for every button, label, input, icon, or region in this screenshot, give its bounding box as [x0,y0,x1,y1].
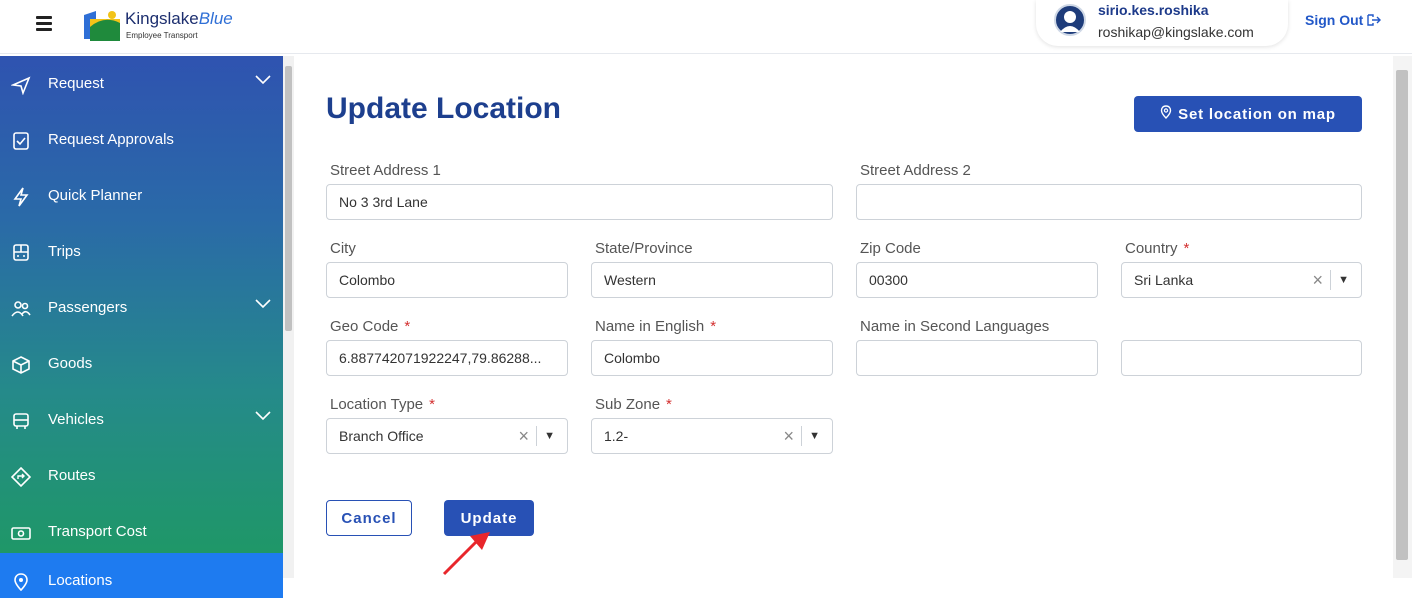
page-title: Update Location [326,92,562,125]
sidebar-item-label: Request Approvals [48,131,174,148]
clear-icon[interactable]: × [783,419,794,453]
sidebar-item-label: Routes [48,467,96,484]
send-icon [10,74,32,96]
sidebar-scrollbar-thumb[interactable] [285,66,292,331]
required-marker: * [429,396,435,413]
name-in-english-input[interactable]: Colombo [591,340,833,376]
dropdown-arrow-icon[interactable]: ▼ [809,419,820,453]
sidebar-item-vehicles[interactable]: Vehicles [0,392,283,448]
select-separator [536,426,537,446]
sign-out-button[interactable]: Sign Out [1305,12,1382,28]
sidebar-item-label: Transport Cost [48,523,147,540]
chevron-down-icon[interactable] [254,296,272,310]
sub-zone-select[interactable]: 1.2- × ▼ [591,418,833,454]
required-marker: * [666,396,672,413]
box-icon [10,354,32,376]
location-pin-icon [10,571,32,593]
cancel-button[interactable]: Cancel [326,500,412,536]
top-header: KingslakeBlue Employee Transport sirio.k… [0,0,1412,54]
country-label: Country * [1125,240,1190,257]
required-marker: * [710,318,717,335]
location-type-value: Branch Office [339,428,424,444]
sub-zone-label: Sub Zone * [595,396,672,413]
user-profile[interactable]: sirio.kes.roshika roshikap@kingslake.com [1036,0,1288,46]
sidebar-item-label: Goods [48,355,93,372]
required-marker: * [404,318,411,335]
name-in-english-label: Name in English * [595,318,717,335]
state-province-label: State/Province [595,240,693,257]
sign-out-label: Sign Out [1305,12,1364,28]
avatar [1054,4,1086,36]
sidebar-item-request-approvals[interactable]: Request Approvals [0,112,283,168]
app-logo[interactable]: KingslakeBlue Employee Transport [82,5,252,45]
sidebar-item-locations[interactable]: Locations [0,553,283,598]
menu-icon[interactable] [36,16,52,31]
country-select[interactable]: Sri Lanka × ▼ [1121,262,1362,298]
sidebar-item-label: Quick Planner [48,187,143,204]
state-province-input[interactable]: Western [591,262,833,298]
sidebar: Request Request Approvals Quick Planner … [0,56,283,598]
sidebar-item-label: Locations [48,572,113,589]
zip-code-label: Zip Code [860,240,921,257]
chevron-down-icon[interactable] [254,72,272,86]
location-pin-icon [1160,105,1172,123]
main-scrollbar-thumb[interactable] [1396,70,1408,560]
required-marker: * [1183,240,1190,257]
set-location-on-map-button[interactable]: Set location on map [1134,96,1362,132]
sub-zone-value: 1.2- [604,428,629,444]
clear-icon[interactable]: × [518,419,529,453]
sidebar-item-passengers[interactable]: Passengers [0,280,283,336]
user-email: roshikap@kingslake.com [1098,24,1254,40]
geo-code-input[interactable]: 6.887742071922247,79.86288... [326,340,568,376]
sidebar-item-label: Passengers [48,299,128,316]
location-type-label: Location Type * [330,396,435,413]
sidebar-item-quick-planner[interactable]: Quick Planner [0,168,283,224]
street-address-1-label: Street Address 1 [330,162,441,179]
sidebar-item-label: Vehicles [48,411,104,428]
vehicle-icon [10,410,32,432]
zip-code-input[interactable]: 00300 [856,262,1098,298]
select-separator [801,426,802,446]
city-input[interactable]: Colombo [326,262,568,298]
annotation-arrow-icon [442,532,490,576]
country-value: Sri Lanka [1134,272,1194,288]
select-separator [1330,270,1331,290]
street-address-2-input[interactable] [856,184,1362,220]
sidebar-item-trips[interactable]: Trips [0,224,283,280]
geo-code-label: Geo Code * [330,318,411,335]
sidebar-item-label: Trips [48,243,81,260]
street-address-1-input[interactable]: No 3 3rd Lane [326,184,833,220]
logo-subtitle: Employee Transport [126,31,198,40]
logo-mark-icon [84,11,120,41]
sidebar-item-request[interactable]: Request [0,56,283,112]
dropdown-arrow-icon[interactable]: ▼ [544,419,555,453]
lightning-icon [10,186,32,208]
name-in-second-languages-label: Name in Second Languages [860,318,1050,335]
street-address-2-label: Street Address 2 [860,162,971,179]
clear-icon[interactable]: × [1312,263,1323,297]
set-location-label: Set location on map [1178,106,1336,123]
chevron-down-icon[interactable] [254,408,272,422]
user-name: sirio.kes.roshika [1098,2,1209,18]
sidebar-item-goods[interactable]: Goods [0,336,283,392]
name-in-second-language-input[interactable] [856,340,1098,376]
people-icon [10,298,32,320]
dropdown-arrow-icon[interactable]: ▼ [1338,263,1349,297]
approval-icon [10,130,32,152]
sidebar-item-label: Request [48,75,104,92]
bus-front-icon [10,242,32,264]
location-type-select[interactable]: Branch Office × ▼ [326,418,568,454]
name-in-second-language-input-2[interactable] [1121,340,1362,376]
sidebar-item-routes[interactable]: Routes [0,448,283,504]
user-avatar-icon [1060,11,1080,32]
logo-text: KingslakeBlue [125,9,233,28]
cash-icon [10,522,32,544]
route-icon [10,466,32,488]
sign-out-icon [1367,14,1382,26]
sidebar-item-transport-cost[interactable]: Transport Cost [0,504,283,560]
city-label: City [330,240,356,257]
